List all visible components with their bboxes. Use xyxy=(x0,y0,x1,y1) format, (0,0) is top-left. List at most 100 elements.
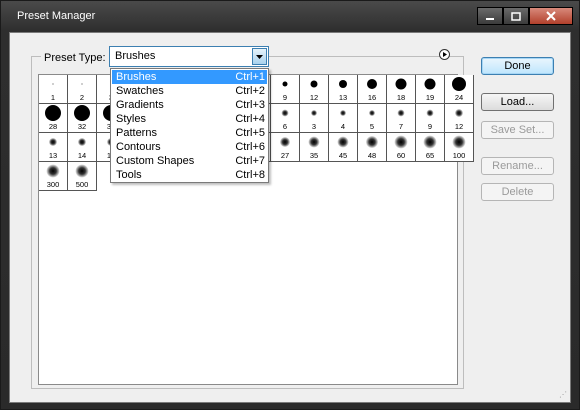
dropdown-item-shortcut: Ctrl+1 xyxy=(235,71,265,83)
brush-size-label: 12 xyxy=(309,93,319,102)
brush-preset-cell[interactable]: 12 xyxy=(300,75,329,104)
chevron-down-icon[interactable] xyxy=(252,48,267,65)
brush-tip-icon xyxy=(455,109,463,117)
brush-size-label: 65 xyxy=(425,151,435,160)
brush-size-label: 13 xyxy=(338,93,348,102)
brush-preset-cell[interactable]: 18 xyxy=(387,75,416,104)
dropdown-item-label: Styles xyxy=(116,113,146,125)
brush-tip-icon xyxy=(49,138,57,146)
preset-type-value: Brushes xyxy=(115,50,156,62)
brush-size-label: 300 xyxy=(46,180,60,189)
brush-tip-icon xyxy=(311,110,317,116)
maximize-icon[interactable] xyxy=(503,7,529,25)
brush-preset-cell[interactable]: 300 xyxy=(39,162,68,191)
brush-size-label: 19 xyxy=(425,93,435,102)
brush-preset-cell[interactable]: 3 xyxy=(300,104,329,133)
brush-preset-cell[interactable]: 5 xyxy=(358,104,387,133)
brush-size-label: 6 xyxy=(282,122,288,131)
brush-preset-cell[interactable]: 14 xyxy=(68,133,97,162)
brush-size-label: 14 xyxy=(77,151,87,160)
brush-size-label: 9 xyxy=(427,122,433,131)
brush-tip-icon xyxy=(282,81,288,87)
brush-tip-icon xyxy=(426,109,434,117)
brush-tip-icon xyxy=(366,136,378,148)
brush-tip-icon xyxy=(397,109,405,117)
brush-preset-cell[interactable]: 9 xyxy=(271,75,300,104)
brush-tip-icon xyxy=(75,164,89,178)
dropdown-item-swatches[interactable]: Swatches Ctrl+2 xyxy=(112,84,267,98)
brush-size-label: 12 xyxy=(454,122,464,131)
preset-type-dropdown[interactable]: Brushes Ctrl+1 Swatches Ctrl+2 Gradients Ctrl… xyxy=(110,68,269,183)
brush-size-label: 3 xyxy=(311,122,317,131)
brush-preset-cell[interactable]: 4 xyxy=(329,104,358,133)
dropdown-item-styles[interactable]: Styles Ctrl+4 xyxy=(112,112,267,126)
dropdown-item-shortcut: Ctrl+2 xyxy=(235,85,265,97)
brush-preset-cell[interactable]: 1 xyxy=(39,75,68,104)
brush-preset-cell[interactable]: 13 xyxy=(329,75,358,104)
brush-tip-icon xyxy=(452,135,466,149)
minimize-icon[interactable] xyxy=(477,7,503,25)
dropdown-item-shortcut: Ctrl+3 xyxy=(235,99,265,111)
brush-size-label: 7 xyxy=(398,122,404,131)
load-button[interactable]: Load... xyxy=(481,93,554,111)
brush-tip-icon xyxy=(52,83,54,85)
brush-preset-cell[interactable]: 27 xyxy=(271,133,300,162)
brush-preset-cell[interactable]: 16 xyxy=(358,75,387,104)
brush-size-label: 500 xyxy=(75,180,89,189)
brush-preset-cell[interactable]: 35 xyxy=(300,133,329,162)
delete-button[interactable]: Delete xyxy=(481,183,554,201)
dropdown-item-custom-shapes[interactable]: Custom Shapes Ctrl+7 xyxy=(112,154,267,168)
brush-preset-cell[interactable]: 9 xyxy=(416,104,445,133)
brush-size-label: 4 xyxy=(340,122,346,131)
brush-preset-cell[interactable]: 60 xyxy=(387,133,416,162)
rename-button[interactable]: Rename... xyxy=(481,157,554,175)
brush-preset-cell[interactable]: 2 xyxy=(68,75,97,104)
brush-preset-cell[interactable]: 45 xyxy=(329,133,358,162)
brush-size-label: 32 xyxy=(77,122,87,131)
brush-preset-cell[interactable]: 7 xyxy=(387,104,416,133)
brush-preset-cell[interactable]: 28 xyxy=(39,104,68,133)
brush-tip-icon xyxy=(78,138,86,146)
brush-tip-icon xyxy=(280,137,290,147)
brush-tip-icon xyxy=(46,164,60,178)
brush-preset-cell[interactable]: 24 xyxy=(445,75,474,104)
dropdown-item-patterns[interactable]: Patterns Ctrl+5 xyxy=(112,126,267,140)
brush-preset-cell[interactable]: 65 xyxy=(416,133,445,162)
dropdown-item-tools[interactable]: Tools Ctrl+8 xyxy=(112,168,267,182)
dropdown-item-contours[interactable]: Contours Ctrl+6 xyxy=(112,140,267,154)
brush-tip-icon xyxy=(369,110,375,116)
preset-type-select[interactable]: Brushes xyxy=(109,46,269,67)
brush-preset-cell[interactable]: 6 xyxy=(271,104,300,133)
done-button[interactable]: Done xyxy=(481,57,554,75)
dropdown-item-label: Swatches xyxy=(116,85,164,97)
save-set-button[interactable]: Save Set... xyxy=(481,121,554,139)
brush-size-label: 5 xyxy=(369,122,375,131)
brush-size-label: 16 xyxy=(367,93,377,102)
brush-tip-icon xyxy=(308,136,320,148)
brush-preset-cell[interactable]: 48 xyxy=(358,133,387,162)
brush-preset-cell[interactable]: 13 xyxy=(39,133,68,162)
dropdown-item-brushes[interactable]: Brushes Ctrl+1 xyxy=(112,70,267,84)
brush-preset-cell[interactable]: 32 xyxy=(68,104,97,133)
close-icon[interactable] xyxy=(529,7,573,25)
resize-grip-icon[interactable]: ⋰ xyxy=(559,390,567,399)
brush-size-label: 100 xyxy=(452,151,466,160)
brush-size-label: 45 xyxy=(338,151,348,160)
brush-preset-cell[interactable]: 12 xyxy=(445,104,474,133)
brush-tip-icon xyxy=(74,105,90,121)
dropdown-item-shortcut: Ctrl+6 xyxy=(235,141,265,153)
brush-size-label: 28 xyxy=(48,122,58,131)
brush-preset-cell[interactable]: 100 xyxy=(445,133,474,162)
brush-preset-cell[interactable]: 19 xyxy=(416,75,445,104)
brush-tip-icon xyxy=(423,135,437,149)
title-bar[interactable]: Preset Manager xyxy=(1,1,579,31)
brush-tip-icon xyxy=(281,109,289,117)
dropdown-item-shortcut: Ctrl+5 xyxy=(235,127,265,139)
brush-size-label: 48 xyxy=(367,151,377,160)
dropdown-item-label: Gradients xyxy=(116,99,164,111)
flyout-menu-icon[interactable] xyxy=(439,49,450,60)
brush-preset-cell[interactable]: 500 xyxy=(68,162,97,191)
brush-size-label: 35 xyxy=(309,151,319,160)
brush-size-label: 1 xyxy=(50,93,56,102)
dropdown-item-gradients[interactable]: Gradients Ctrl+3 xyxy=(112,98,267,112)
